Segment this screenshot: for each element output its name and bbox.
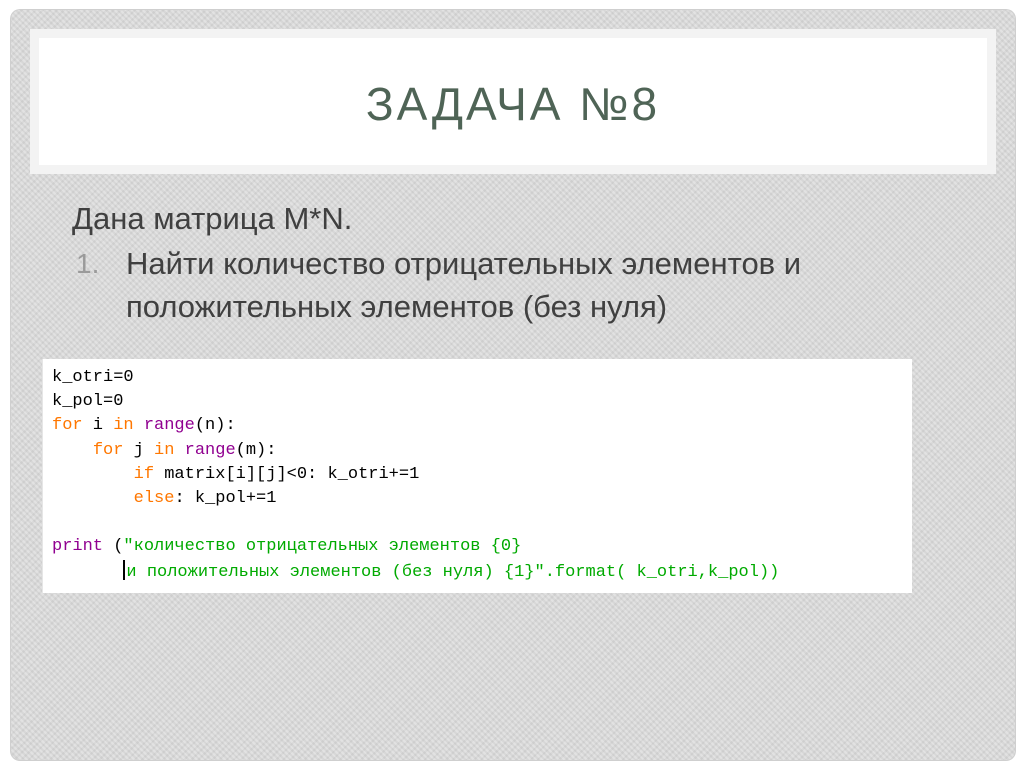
list-item: 1. Найти количество отрицательных элемен… — [72, 242, 972, 328]
keyword-else: else — [133, 488, 175, 508]
format-call: .format( k_otri,k_pol)) — [544, 562, 780, 582]
keyword-for: for — [52, 416, 83, 436]
slide-body: Дана матрица M*N. 1. Найти количество от… — [72, 197, 972, 328]
code-line-7-empty — [52, 511, 912, 535]
code-line-3: for i in range(n): — [52, 414, 912, 438]
keyword-if: if — [133, 464, 155, 484]
string-literal: "количество отрицательных элементов {0} — [123, 537, 522, 557]
code-line-2: k_pol=0 — [52, 390, 912, 414]
string-literal: и положительных элементов (без нуля) {1}… — [126, 562, 545, 582]
code-text: (m): — [235, 440, 277, 460]
keyword-for: for — [92, 440, 124, 460]
code-text: ( — [103, 537, 124, 557]
code-line-9: и положительных элементов (без нуля) {1}… — [52, 559, 912, 584]
keyword-in: in — [154, 440, 175, 460]
slide-background: ЗАДАЧА №8 Дана матрица M*N. 1. Найти кол… — [10, 9, 1016, 761]
code-text: k_pol=0 — [52, 392, 124, 412]
keyword-in: in — [113, 416, 134, 436]
code-text: (n): — [194, 416, 236, 436]
code-line-1: k_otri=0 — [52, 366, 912, 390]
slide-title: ЗАДАЧА №8 — [365, 77, 661, 130]
list-number: 1. — [76, 248, 100, 279]
intro-text: Дана матрица M*N. — [72, 201, 353, 236]
code-text: j — [123, 440, 155, 460]
code-text: matrix[i][j]<0: k_otri+=1 — [154, 464, 420, 484]
code-text: : k_pol+=1 — [174, 488, 277, 508]
code-line-6: else: k_pol+=1 — [52, 487, 912, 511]
title-box: ЗАДАЧА №8 — [30, 29, 996, 174]
code-line-8: print ("количество отрицательных элемент… — [52, 535, 912, 559]
builtin-print: print — [52, 537, 104, 557]
builtin-range: range — [184, 440, 236, 460]
list-text: Найти количество отрицательных элементов… — [126, 246, 802, 324]
code-text: k_otri=0 — [52, 368, 134, 387]
code-screenshot: k_otri=0 k_pol=0 for i in range(n): for … — [42, 359, 912, 593]
code-line-5: if matrix[i][j]<0: k_otri+=1 — [52, 463, 912, 487]
code-text: i — [82, 416, 114, 436]
builtin-range: range — [143, 416, 195, 436]
code-line-4: for j in range(m): — [52, 439, 912, 463]
task-list: 1. Найти количество отрицательных элемен… — [72, 242, 972, 328]
